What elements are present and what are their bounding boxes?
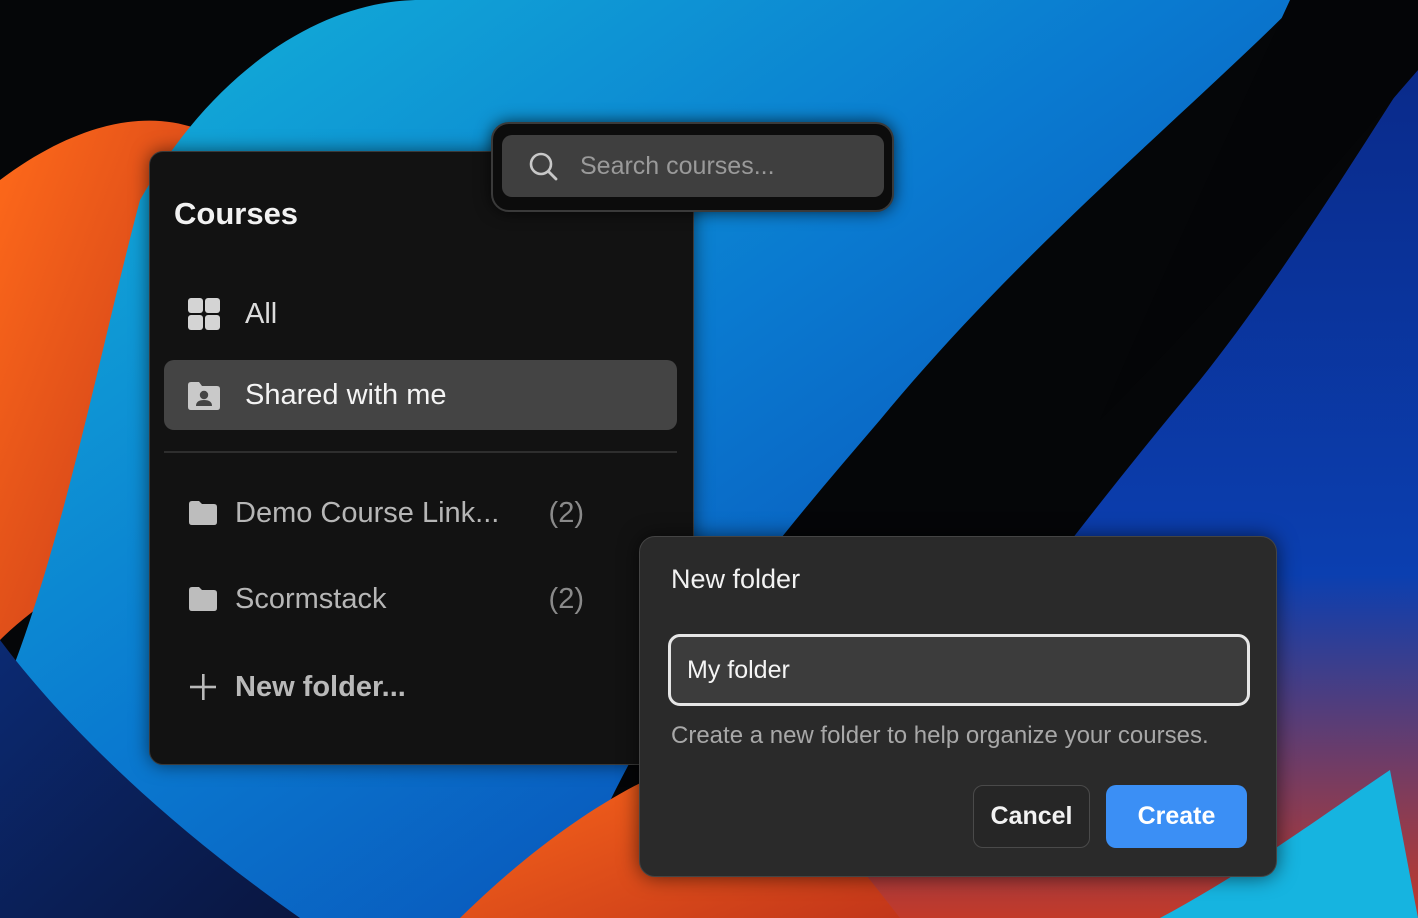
create-button[interactable]: Create bbox=[1106, 785, 1247, 848]
search-box[interactable] bbox=[502, 135, 884, 197]
folder-name-input[interactable] bbox=[687, 647, 1227, 693]
folder-item-scormstack[interactable]: Scormstack (2) bbox=[164, 574, 584, 624]
folder-count: (2) bbox=[548, 582, 584, 615]
nav-item-shared-with-me[interactable]: Shared with me bbox=[164, 360, 677, 430]
courses-title: Courses bbox=[174, 196, 299, 231]
search-icon bbox=[529, 152, 558, 181]
shared-folder-icon bbox=[186, 377, 222, 413]
folder-name-field[interactable] bbox=[668, 634, 1250, 706]
folder-count: (2) bbox=[548, 496, 584, 529]
dialog-title: New folder bbox=[671, 564, 801, 594]
search-input[interactable] bbox=[580, 143, 870, 189]
cancel-button[interactable]: Cancel bbox=[973, 785, 1090, 848]
folder-item-demo-course[interactable]: Demo Course Link... (2) bbox=[164, 488, 584, 538]
nav-item-all[interactable]: All bbox=[164, 279, 677, 349]
folder-icon bbox=[189, 587, 217, 611]
nav-item-label: All bbox=[245, 297, 278, 330]
app-screen: Courses All Shared with me Demo Course L… bbox=[0, 0, 1418, 918]
search-bar bbox=[491, 122, 894, 212]
new-folder-dialog: New folder Create a new folder to help o… bbox=[639, 536, 1277, 877]
divider bbox=[164, 451, 677, 453]
courses-panel: Courses All Shared with me Demo Course L… bbox=[149, 151, 694, 765]
grid-icon bbox=[186, 296, 222, 332]
folder-icon bbox=[189, 501, 217, 525]
folder-label: Scormstack bbox=[235, 582, 387, 615]
new-folder-link[interactable]: New folder... bbox=[164, 662, 464, 712]
plus-icon bbox=[190, 674, 216, 700]
dialog-help-text: Create a new folder to help organize you… bbox=[671, 722, 1209, 749]
new-folder-label: New folder... bbox=[235, 670, 406, 703]
nav-item-label: Shared with me bbox=[245, 378, 447, 411]
folder-label: Demo Course Link... bbox=[235, 496, 500, 529]
